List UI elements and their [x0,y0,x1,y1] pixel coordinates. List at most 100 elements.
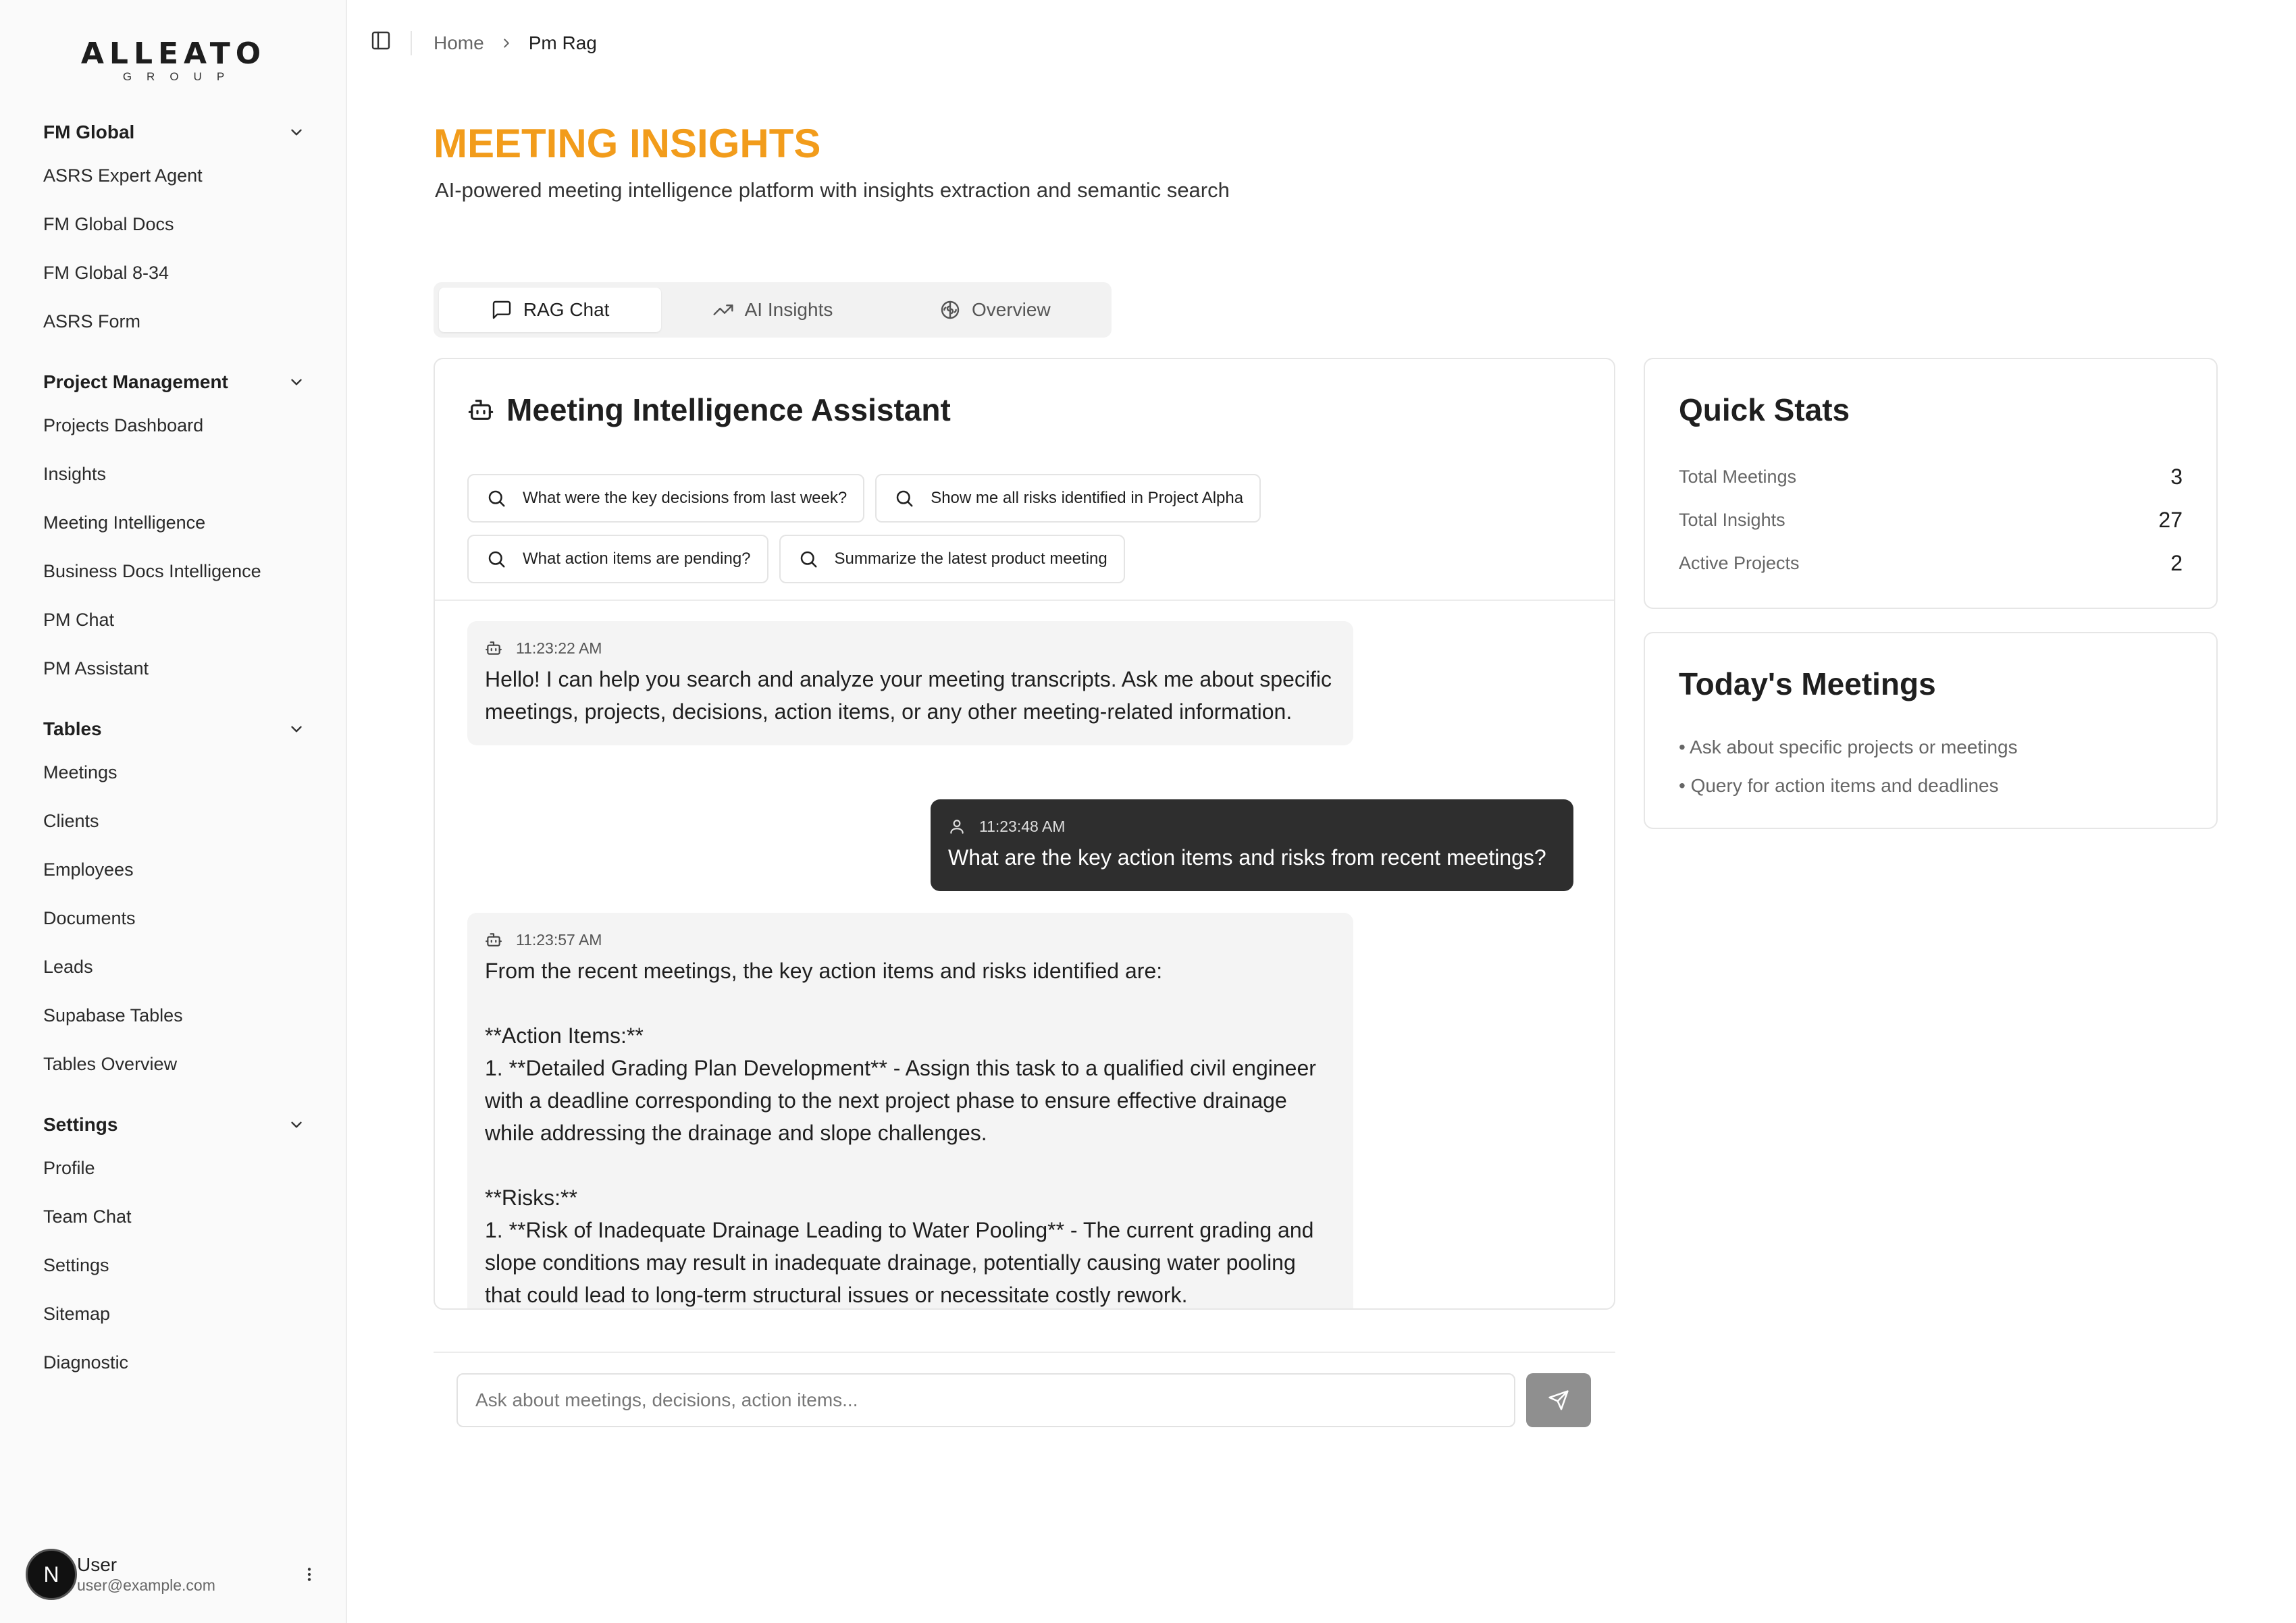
nav-group-settings: Settings Profile Team Chat Settings Site… [0,1109,347,1387]
suggestion-chip[interactable]: What action items are pending? [467,535,768,583]
sidebar-item-profile[interactable]: Profile [0,1144,347,1192]
sidebar-item-asrs-expert-agent[interactable]: ASRS Expert Agent [0,151,347,200]
top-bar: Home Pm Rag [347,0,2296,86]
search-icon [486,488,506,508]
tab-rag-chat[interactable]: RAG Chat [439,288,662,332]
suggested-queries: What were the key decisions from last we… [467,474,1413,595]
stat-label: Total Insights [1679,509,1785,530]
todays-meetings-title: Today's Meetings [1679,666,1936,701]
stat-value: 27 [2158,507,2183,532]
sidebar-item-employees[interactable]: Employees [0,845,347,894]
sidebar-item-fm-global-docs[interactable]: FM Global Docs [0,200,347,248]
sidebar-item-insights[interactable]: Insights [0,450,347,498]
chat-title-text: Meeting Intelligence Assistant [506,392,951,427]
bot-icon [485,931,502,949]
nav-group-project-management: Project Management Projects Dashboard In… [0,366,347,693]
sidebar-item-diagnostic[interactable]: Diagnostic [0,1338,347,1387]
brain-icon [939,299,961,321]
sidebar-item-tables-overview[interactable]: Tables Overview [0,1040,347,1088]
message-text: From the recent meetings, the key action… [485,959,1316,1307]
suggestion-chip[interactable]: What were the key decisions from last we… [467,474,865,523]
chat-message-user: 11:23:48 AM What are the key action item… [931,799,1573,891]
chat-input[interactable] [456,1373,1515,1427]
tab-label: RAG Chat [523,299,610,320]
sidebar-item-settings[interactable]: Settings [0,1241,347,1289]
sidebar-item-business-docs-intelligence[interactable]: Business Docs Intelligence [0,547,347,595]
list-item: • Ask about specific projects or meeting… [1679,737,2018,757]
more-vertical-icon[interactable] [296,1561,323,1588]
suggestion-text: What were the key decisions from last we… [523,489,847,507]
tab-ai-insights[interactable]: AI Insights [661,288,883,332]
stat-row: Total Insights 27 [1679,498,2183,541]
stat-value: 3 [2170,464,2183,489]
nav-group-header[interactable]: Project Management [0,366,347,398]
page-subtitle: AI-powered meeting intelligence platform… [435,178,1230,202]
nav-group-header[interactable]: Settings [0,1109,347,1141]
chevron-down-icon [288,124,305,141]
message-timestamp: 11:23:22 AM [516,639,602,657]
message-timestamp: 11:23:48 AM [979,818,1066,835]
nav-group-title: Settings [43,1114,118,1135]
trending-up-icon [712,299,734,321]
sidebar-item-pm-chat[interactable]: PM Chat [0,595,347,644]
send-button[interactable] [1526,1373,1591,1427]
chat-message-bot: 11:23:57 AM From the recent meetings, th… [467,913,1353,1308]
stats-list: Total Meetings 3 Total Insights 27 Activ… [1679,455,2183,585]
user-email: user@example.com [77,1576,215,1594]
list-item: • Query for action items and deadlines [1679,775,1999,796]
brand-logo[interactable]: ALLEATO GROUP [0,39,347,84]
breadcrumb: Home Pm Rag [434,30,597,57]
nav-group-fm-global: FM Global ASRS Expert Agent FM Global Do… [0,116,347,346]
nav-group-header[interactable]: FM Global [0,116,347,149]
chevron-down-icon [288,1116,305,1134]
message-square-icon [491,299,513,321]
sidebar-nav: FM Global ASRS Expert Agent FM Global Do… [0,116,347,1407]
page-title: MEETING INSIGHTS [434,121,821,166]
sidebar-item-projects-dashboard[interactable]: Projects Dashboard [0,401,347,450]
nav-group-tables: Tables Meetings Clients Employees Docume… [0,713,347,1088]
stat-row: Active Projects 2 [1679,541,2183,585]
sidebar-item-team-chat[interactable]: Team Chat [0,1192,347,1241]
suggestion-text: Show me all risks identified in Project … [931,489,1244,507]
stat-label: Active Projects [1679,552,1800,573]
sidebar-item-documents[interactable]: Documents [0,894,347,942]
sidebar-item-meetings[interactable]: Meetings [0,748,347,797]
breadcrumb-home[interactable]: Home [434,32,484,54]
tab-label: Overview [971,299,1051,320]
stat-row: Total Meetings 3 [1679,455,2183,498]
toolbar-divider [411,31,412,55]
nav-group-title: Project Management [43,371,228,392]
suggestion-chip[interactable]: Show me all risks identified in Project … [875,474,1261,523]
quick-stats-card: Quick Stats Total Meetings 3 Total Insig… [1644,358,2218,609]
nav-group-title: Tables [43,718,102,739]
stat-value: 2 [2170,550,2183,575]
sidebar-item-sitemap[interactable]: Sitemap [0,1289,347,1338]
chat-divider [435,600,1614,601]
chat-message-bot: 11:23:22 AM Hello! I can help you search… [467,621,1353,745]
bot-icon [467,396,494,423]
tips-list: • Ask about specific projects or meeting… [1679,728,2018,805]
sidebar-item-meeting-intelligence[interactable]: Meeting Intelligence [0,498,347,547]
chevron-down-icon [288,720,305,738]
sidebar-item-fm-global-8-34[interactable]: FM Global 8-34 [0,248,347,297]
sidebar-item-leads[interactable]: Leads [0,942,347,991]
brand-name: ALLEATO [80,36,267,71]
bot-icon [485,639,502,657]
user-menu-trigger[interactable]: N User user@example.com [26,1546,323,1603]
user-icon [948,818,966,835]
sidebar-item-asrs-form[interactable]: ASRS Form [0,297,347,346]
nav-group-header[interactable]: Tables [0,713,347,745]
search-icon [798,549,818,569]
chevron-right-icon [499,36,514,51]
suggestion-chip[interactable]: Summarize the latest product meeting [779,535,1125,583]
chat-title: Meeting Intelligence Assistant [467,392,951,428]
quick-stats-title: Quick Stats [1679,392,1850,427]
suggestion-text: What action items are pending? [523,550,751,568]
sidebar-item-clients[interactable]: Clients [0,797,347,845]
tab-overview[interactable]: Overview [884,288,1106,332]
sidebar-item-pm-assistant[interactable]: PM Assistant [0,644,347,693]
sidebar-toggle-icon[interactable] [370,30,397,57]
nav-group-title: FM Global [43,122,135,142]
sidebar-item-supabase-tables[interactable]: Supabase Tables [0,991,347,1040]
stat-label: Total Meetings [1679,466,1797,487]
